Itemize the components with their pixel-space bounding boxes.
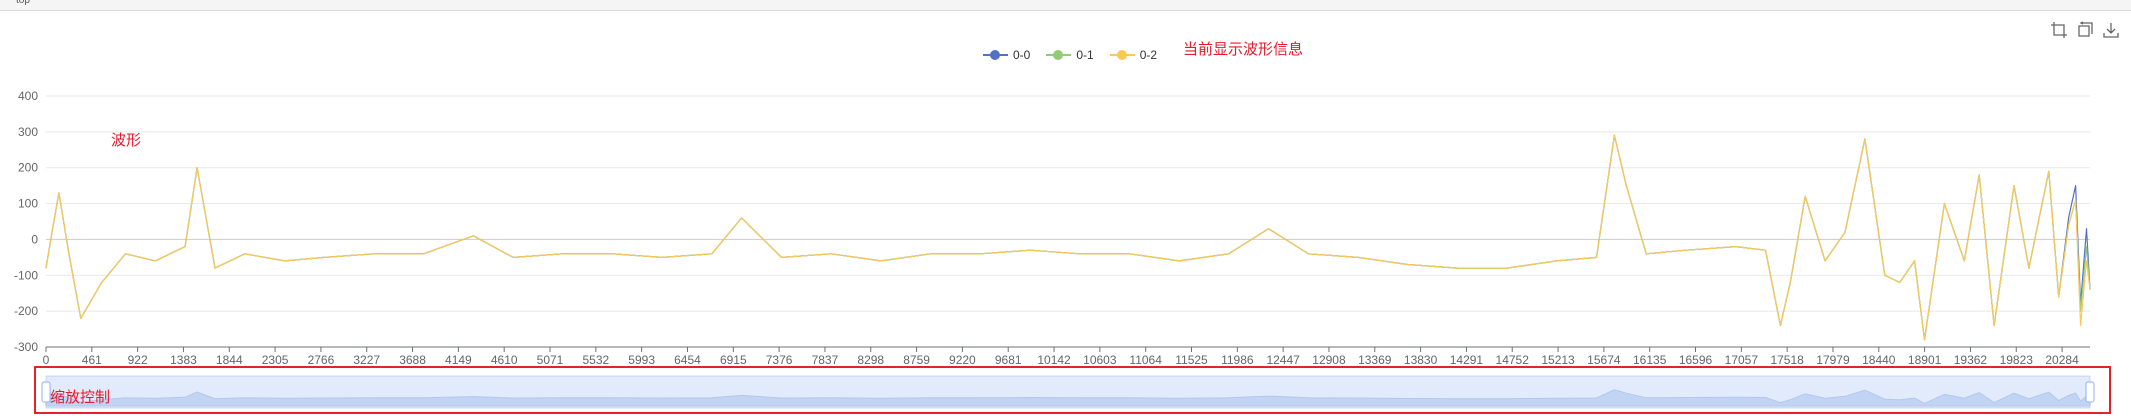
x-tick-label: 6915 — [720, 353, 747, 367]
x-tick-label: 12447 — [1266, 353, 1300, 367]
datazoom-annotation: 缩放控制 — [50, 389, 111, 406]
y-tick-label: 400 — [18, 89, 38, 103]
x-tick-label: 17518 — [1770, 353, 1804, 367]
series-line-0-1 — [45, 134, 2091, 341]
x-tick-label: 16596 — [1679, 353, 1713, 367]
x-tick-label: 11064 — [1129, 353, 1162, 367]
x-tick-label: 11986 — [1221, 353, 1254, 367]
x-tick-label: 1844 — [216, 353, 243, 367]
x-tick-label: 17979 — [1816, 353, 1850, 367]
waveform-chart: 400 300 200 100 0 -100 -200 -300 0 461 922 1383 184… — [14, 89, 2095, 409]
x-tick-label: 20284 — [2045, 353, 2079, 367]
y-tick-label: 100 — [18, 197, 38, 211]
x-tick-label: 5071 — [537, 353, 564, 367]
y-tick-label: 0 — [31, 232, 38, 246]
x-tick-label: 16135 — [1633, 353, 1667, 367]
x-tick-label: 8298 — [857, 353, 884, 367]
y-tick-label: -100 — [14, 268, 38, 282]
x-tick-label: 13830 — [1404, 353, 1438, 367]
x-tick-label: 13369 — [1358, 353, 1392, 367]
y-tick-label: -200 — [14, 304, 38, 318]
x-tick-label: 6454 — [674, 353, 701, 367]
x-tick-label: 11525 — [1175, 353, 1208, 367]
x-tick-label: 18901 — [1908, 353, 1942, 367]
x-tick-label: 0 — [43, 353, 50, 367]
x-tick-label: 10603 — [1083, 353, 1117, 367]
x-tick-label: 15213 — [1541, 353, 1575, 367]
datazoom-annotation-box — [34, 366, 2111, 414]
x-tick-label: 4610 — [491, 353, 518, 367]
y-tick-label: -300 — [14, 340, 38, 354]
x-tick-label: 3688 — [399, 353, 426, 367]
x-tick-label: 1383 — [170, 353, 197, 367]
x-tick-label: 18440 — [1862, 353, 1896, 367]
x-tick-label: 5532 — [582, 353, 609, 367]
x-tick-label: 12908 — [1312, 353, 1346, 367]
x-tick-label: 5993 — [628, 353, 655, 367]
x-tick-label: 9681 — [995, 353, 1022, 367]
x-tick-label: 7376 — [766, 353, 793, 367]
x-tick-label: 17057 — [1725, 353, 1759, 367]
x-tick-label: 14291 — [1450, 353, 1484, 367]
x-tick-label: 2766 — [308, 353, 335, 367]
x-tick-label: 2305 — [262, 353, 289, 367]
x-tick-label: 10142 — [1037, 353, 1071, 367]
y-tick-label: 200 — [18, 161, 38, 175]
series-line-0-0 — [45, 134, 2091, 341]
x-tick-label: 8759 — [903, 353, 930, 367]
x-tick-label: 14752 — [1496, 353, 1530, 367]
x-tick-label: 3227 — [353, 353, 380, 367]
series-line-0-2 — [45, 134, 2091, 341]
x-tick-label: 461 — [82, 353, 102, 367]
x-tick-label: 4149 — [445, 353, 472, 367]
y-tick-label: 300 — [18, 125, 38, 139]
x-tick-label: 922 — [128, 353, 148, 367]
x-tick-label: 9220 — [949, 353, 976, 367]
x-tick-label: 19823 — [2000, 353, 2034, 367]
x-tick-label: 15674 — [1587, 353, 1621, 367]
x-tick-label: 19362 — [1954, 353, 1988, 367]
x-tick-label: 7837 — [812, 353, 839, 367]
